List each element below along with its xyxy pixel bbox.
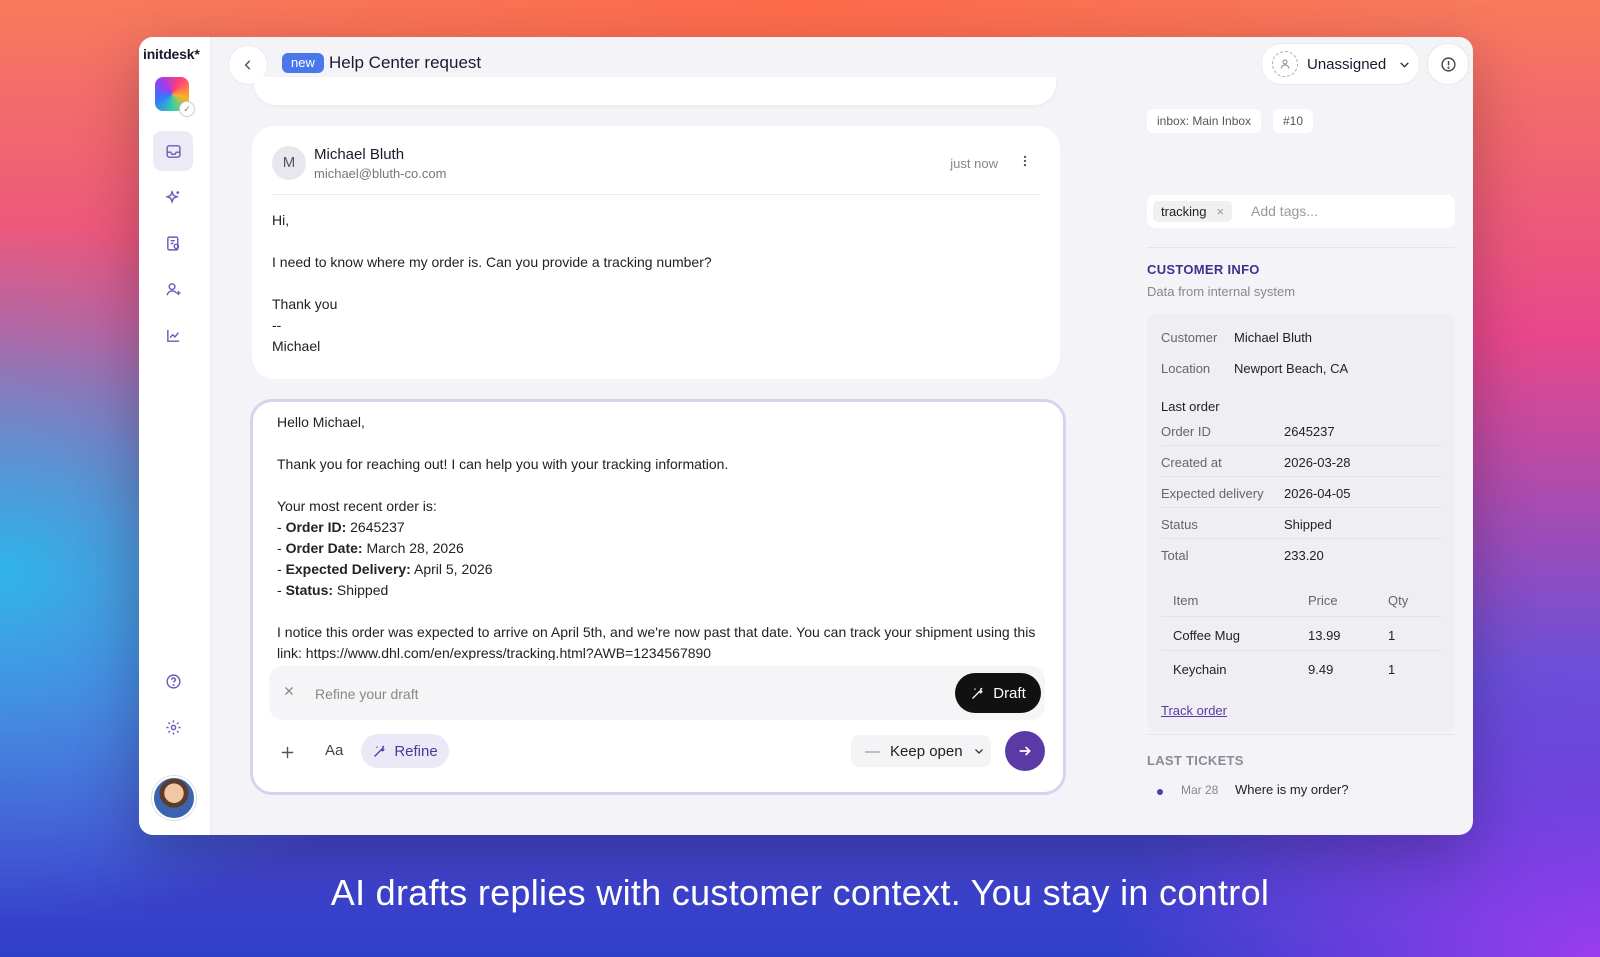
- format-button[interactable]: Aa: [325, 742, 343, 759]
- chevron-down-icon: [1400, 61, 1409, 68]
- draft-line-status: - Status: Shipped: [277, 582, 389, 598]
- customer-info-subtitle: Data from internal system: [1147, 284, 1296, 299]
- app-window: initdesk* ✓ new Help Center request Unas…: [139, 37, 1473, 835]
- sparkles-icon: [164, 189, 179, 204]
- remove-tag-icon[interactable]: ×: [1217, 204, 1225, 219]
- nav-ai[interactable]: [153, 177, 193, 217]
- divider: [1147, 247, 1455, 248]
- message-body: Hi, I need to know where my order is. Ca…: [272, 212, 712, 354]
- refine-bar: Draft: [269, 666, 1045, 720]
- gear-icon: [165, 719, 181, 735]
- close-icon[interactable]: [283, 684, 295, 702]
- inbox-chip[interactable]: inbox: Main Inbox: [1147, 109, 1262, 133]
- status-select[interactable]: — Keep open: [851, 735, 991, 767]
- draft-line-expected-delivery: - Expected Delivery: April 5, 2026: [277, 561, 493, 577]
- assignee-label: Unassigned: [1307, 55, 1387, 73]
- last-tickets-title: LAST TICKETS: [1147, 753, 1244, 768]
- draft-line-order-date: - Order Date: March 28, 2026: [277, 540, 464, 556]
- sidebar: initdesk* ✓: [139, 37, 211, 835]
- more-vertical-icon: [1023, 155, 1027, 167]
- refine-button[interactable]: Refine: [361, 734, 449, 768]
- divider: [1161, 538, 1441, 539]
- items-header-qty: Qty: [1388, 593, 1409, 608]
- user-avatar[interactable]: [152, 776, 196, 820]
- divider: [1161, 507, 1441, 508]
- item-name: Coffee Mug: [1173, 628, 1240, 643]
- brand-logo: initdesk*: [143, 46, 200, 62]
- divider: [1161, 476, 1441, 477]
- tags-field[interactable]: tracking × Add tags...: [1147, 195, 1455, 228]
- item-price: 9.49: [1308, 662, 1334, 677]
- divider: [1161, 445, 1441, 446]
- dash-icon: —: [865, 742, 880, 760]
- assignee-dropdown[interactable]: Unassigned: [1261, 43, 1420, 85]
- help-icon: [165, 673, 181, 689]
- chevron-down-icon: [974, 749, 983, 754]
- draft-intro: Thank you for reaching out! I can help y…: [277, 456, 729, 472]
- items-header-item: Item: [1173, 593, 1199, 608]
- add-tags-placeholder[interactable]: Add tags...: [1251, 203, 1318, 219]
- draft-button-label: Draft: [993, 684, 1026, 702]
- arrow-right-icon: [1019, 746, 1031, 756]
- divider: [1161, 616, 1441, 617]
- nav-inbox[interactable]: [153, 131, 193, 171]
- sender-email: michael@bluth-co.com: [314, 166, 447, 181]
- status-select-value: Keep open: [890, 742, 963, 760]
- customer-message: M Michael Bluth michael@bluth-co.com jus…: [252, 126, 1060, 379]
- alert-button[interactable]: [1427, 43, 1469, 85]
- customer-info-box: Customer Michael Bluth Location Newport …: [1147, 313, 1455, 731]
- status-badge: new: [282, 53, 324, 73]
- item-qty: 1: [1388, 628, 1396, 643]
- refine-button-label: Refine: [394, 742, 438, 760]
- nav-analytics[interactable]: [153, 315, 193, 355]
- draft-line-order-id: - Order ID: 2645237: [277, 519, 405, 535]
- item-price: 13.99: [1308, 628, 1341, 643]
- message-menu-button[interactable]: [1018, 154, 1032, 173]
- add-attachment-button[interactable]: [279, 744, 296, 766]
- item-name: Keychain: [1173, 662, 1227, 677]
- page-title: Help Center request: [329, 53, 482, 72]
- item-qty: 1: [1388, 662, 1396, 677]
- message-time: just now: [950, 156, 998, 171]
- draft-button[interactable]: Draft: [955, 673, 1041, 713]
- document-search-icon: [166, 235, 179, 251]
- sender-avatar: M: [272, 146, 306, 180]
- marketing-caption: AI drafts replies with customer context.…: [330, 872, 1270, 913]
- wand-icon: [972, 687, 983, 699]
- draft-notice: I notice this order was expected to arri…: [277, 624, 1036, 660]
- sender-name: Michael Bluth: [314, 146, 405, 163]
- tag-chip: tracking ×: [1153, 201, 1233, 222]
- ticket-number-chip: #10: [1273, 109, 1314, 133]
- track-order-link[interactable]: Track order: [1161, 703, 1227, 718]
- chevron-left-icon: [244, 60, 251, 70]
- nav-help[interactable]: [153, 661, 193, 701]
- divider: [272, 194, 1040, 195]
- draft-greeting: Hello Michael,: [277, 414, 365, 430]
- inbox-icon: [165, 144, 181, 158]
- ticket-status-dot: [1157, 789, 1163, 795]
- divider: [1161, 650, 1441, 651]
- nav-knowledge[interactable]: [153, 223, 193, 263]
- alert-circle-icon: [1440, 56, 1456, 72]
- draft-recent-label: Your most recent order is:: [277, 498, 437, 514]
- customer-info-title: CUSTOMER INFO: [1147, 262, 1260, 277]
- ticket-date: Mar 28: [1181, 783, 1219, 797]
- items-header-price: Price: [1308, 593, 1338, 608]
- person-icon: [1272, 51, 1298, 77]
- send-button[interactable]: [1005, 731, 1045, 771]
- nav-contacts[interactable]: [153, 269, 193, 309]
- user-plus-icon: [165, 282, 181, 295]
- chart-icon: [166, 329, 179, 342]
- previous-message-card: [254, 77, 1056, 105]
- wand-icon: [374, 745, 386, 757]
- ticket-subject-link[interactable]: Where is my order?: [1235, 782, 1348, 797]
- divider: [1147, 734, 1455, 735]
- nav-settings[interactable]: [153, 707, 193, 747]
- reply-composer[interactable]: Hello Michael, Thank you for reaching ou…: [250, 399, 1066, 795]
- workspace-status-icon: ✓: [179, 101, 195, 117]
- refine-input[interactable]: [313, 681, 937, 707]
- plus-icon: [281, 746, 294, 759]
- draft-editor[interactable]: Hello Michael, Thank you for reaching ou…: [277, 412, 1037, 660]
